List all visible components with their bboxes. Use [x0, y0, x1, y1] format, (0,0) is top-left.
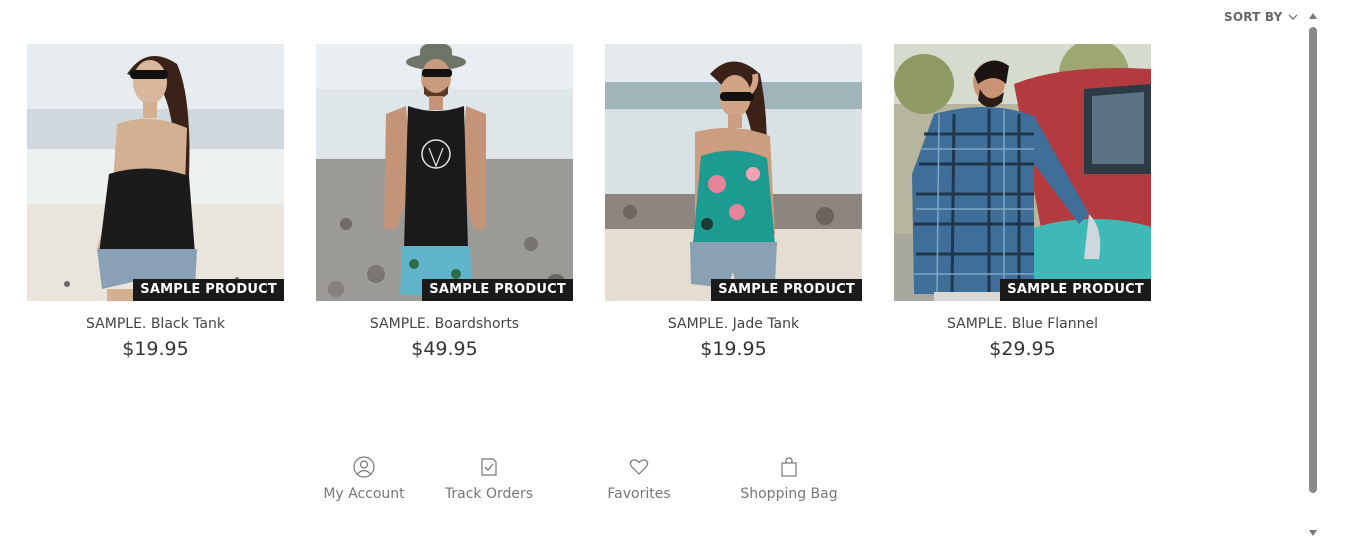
- product-image[interactable]: SAMPLE PRODUCT: [27, 44, 284, 301]
- product-card[interactable]: SAMPLE PRODUCT SAMPLE. Boardshorts $49.9…: [316, 44, 573, 360]
- track-orders-link[interactable]: Track Orders: [414, 456, 564, 502]
- product-name[interactable]: SAMPLE. Jade Tank: [605, 315, 862, 333]
- shopping-bag-label: Shopping Bag: [740, 486, 838, 502]
- product-name[interactable]: SAMPLE. Black Tank: [27, 315, 284, 333]
- sample-product-badge: SAMPLE PRODUCT: [1000, 279, 1151, 301]
- product-grid: SAMPLE PRODUCT SAMPLE. Black Tank $19.95: [27, 44, 1151, 360]
- order-check-icon: [481, 458, 497, 476]
- track-orders-label: Track Orders: [444, 486, 534, 502]
- product-price: $19.95: [700, 338, 767, 360]
- favorites-label: Favorites: [607, 486, 671, 502]
- scroll-thumb[interactable]: [1309, 27, 1317, 493]
- product-card[interactable]: SAMPLE PRODUCT SAMPLE. Jade Tank $19.95: [605, 44, 862, 360]
- shopping-bag-icon: [781, 457, 797, 477]
- product-price: $49.95: [411, 338, 478, 360]
- product-name[interactable]: SAMPLE. Boardshorts: [316, 315, 573, 333]
- favorites-link[interactable]: Favorites: [564, 456, 714, 502]
- sort-by-label: SORT BY: [1224, 10, 1283, 24]
- user-icon: [353, 456, 375, 478]
- product-image[interactable]: SAMPLE PRODUCT: [894, 44, 1151, 301]
- my-account-label: My Account: [323, 486, 405, 502]
- sample-product-badge: SAMPLE PRODUCT: [422, 279, 573, 301]
- product-name[interactable]: SAMPLE. Blue Flannel: [894, 315, 1151, 333]
- product-price: $29.95: [989, 338, 1056, 360]
- shopping-bag-link[interactable]: Shopping Bag: [714, 456, 864, 502]
- product-card[interactable]: SAMPLE PRODUCT SAMPLE. Black Tank $19.95: [27, 44, 284, 360]
- product-image[interactable]: SAMPLE PRODUCT: [316, 44, 573, 301]
- footer-nav: My Account Track Orders Favorites Shoppi…: [314, 456, 864, 502]
- sample-product-badge: SAMPLE PRODUCT: [133, 279, 284, 301]
- sample-product-badge: SAMPLE PRODUCT: [711, 279, 862, 301]
- sort-by-dropdown[interactable]: SORT BY: [1224, 10, 1298, 24]
- my-account-link[interactable]: My Account: [314, 456, 414, 502]
- heart-icon: [629, 459, 649, 475]
- vertical-scrollbar[interactable]: [1305, 10, 1321, 538]
- chevron-down-icon: [1288, 14, 1297, 20]
- scroll-up-arrow[interactable]: [1309, 13, 1317, 19]
- product-card[interactable]: SAMPLE PRODUCT SAMPLE. Blue Flannel $29.…: [894, 44, 1151, 360]
- product-price: $19.95: [122, 338, 189, 360]
- product-image[interactable]: SAMPLE PRODUCT: [605, 44, 862, 301]
- scroll-down-arrow[interactable]: [1309, 530, 1317, 536]
